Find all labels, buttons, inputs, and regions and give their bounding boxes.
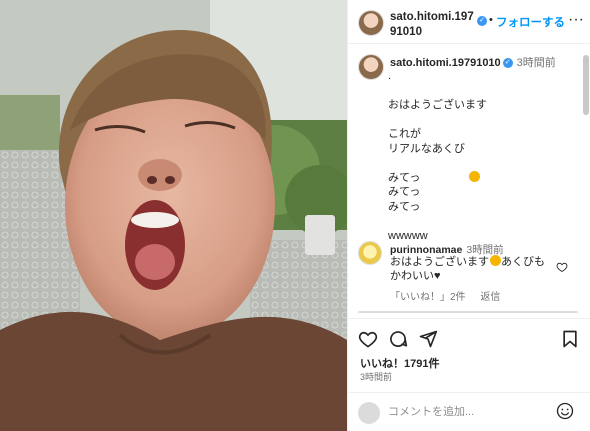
comment-text-part1: おはようございます [390,256,489,268]
caption-text: . おはようございます これが リアルなあくび みてっ みてっ みてっ wwww… [388,69,578,243]
post-side-panel: sato.hitomi.19791010 ✓ • フォローする ··· sato… [347,0,590,431]
header-separator: • [489,14,493,26]
heart-icon[interactable] [358,329,378,349]
comment-input[interactable] [388,401,538,423]
comments-section[interactable]: sato.hitomi.19791010 ✓ 3時間前 . おはようございます これ… [348,45,590,313]
viewer-avatar [358,402,380,424]
caption-body: . おはようございます これが リアルなあくび みてっ みてっ みてっ wwww… [388,70,487,242]
share-icon[interactable] [418,329,438,349]
author-username[interactable]: sato.hitomi.19791010 [390,10,480,40]
yawn-emoji-icon [469,171,480,182]
verified-badge-icon: ✓ [477,16,487,26]
post-photo[interactable] [0,0,347,431]
caption-header: sato.hitomi.19791010 ✓ 3時間前 [390,54,556,70]
post-actions: いいね！1791件 3時間前 [348,318,590,394]
likes-count[interactable]: いいね！1791件 [360,355,439,371]
post-image [0,0,347,431]
comment-reply-button[interactable]: 返信 [480,292,500,303]
author-avatar[interactable] [358,10,384,36]
commenter-avatar[interactable] [358,241,382,265]
next-comment-clipped [358,311,578,313]
verified-badge-icon: ✓ [502,58,513,69]
smile-icon[interactable] [556,402,574,420]
post-header: sato.hitomi.19791010 ✓ • フォローする ··· [348,0,590,44]
follow-button[interactable]: フォローする [496,14,565,30]
caption-username[interactable]: sato.hitomi.19791010 [390,57,501,69]
comment-composer [348,392,590,431]
comment-meta: 「いいね！」2件 返信 [390,288,512,303]
caption-time: 3時間前 [516,57,556,69]
comment-likes-count[interactable]: 「いいね！」2件 [390,292,466,303]
comment-icon[interactable] [388,329,408,349]
post-time: 3時間前 [360,372,393,382]
comments-scrollbar[interactable] [583,55,589,115]
comment-like-heart-icon[interactable] [556,261,568,273]
more-horizontal-icon[interactable]: ··· [568,11,584,29]
comment-text: おはようございます あくびもかわいい♥ [390,255,555,283]
smile-emoji-icon [490,255,501,266]
bookmark-icon[interactable] [560,329,580,349]
caption-author-avatar[interactable] [358,54,384,80]
